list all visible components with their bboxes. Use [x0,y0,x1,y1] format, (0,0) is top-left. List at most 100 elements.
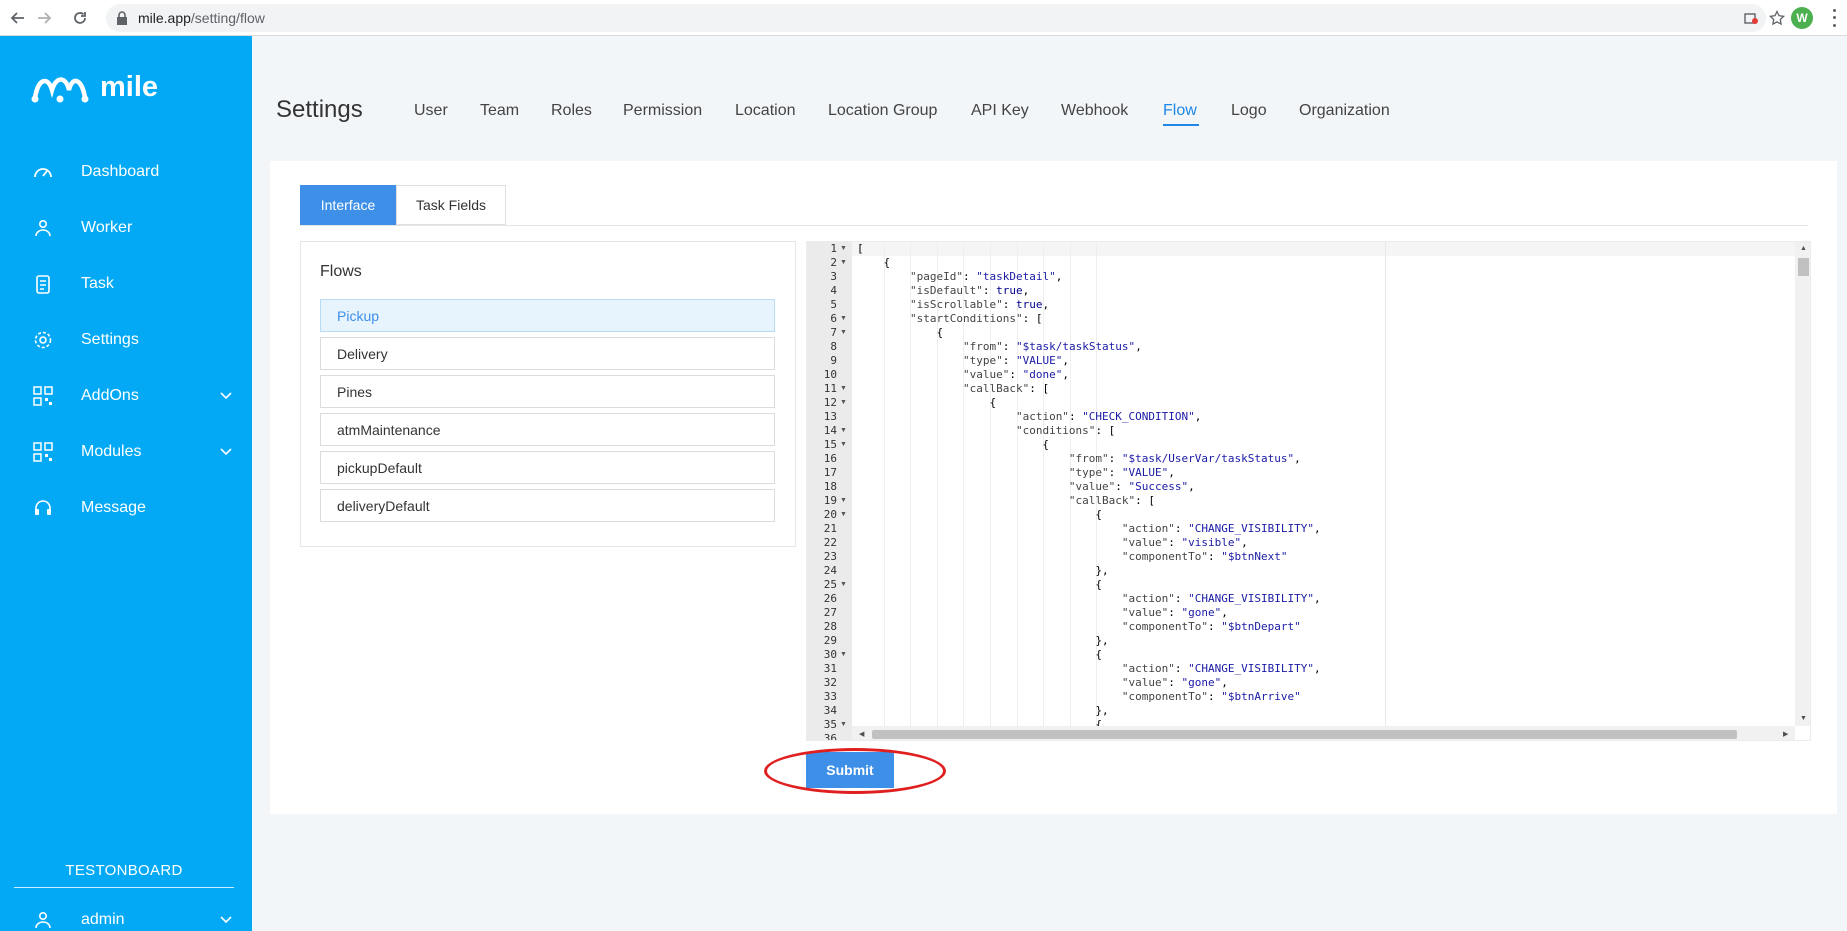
vertical-scroll-thumb[interactable] [1798,258,1809,276]
flow-item-deliverydefault[interactable]: deliveryDefault [320,489,775,522]
line-number: 11 [823,382,837,395]
tab-api-key[interactable]: API Key [971,102,1029,120]
json-code-editor[interactable]: 1 ▼ 2 ▼ 3 4 5 6 ▼ 7 ▼ 8 9 10 11 ▼ 12 ▼ 13 14 ▼ 15 ▼ 16 17 18 19 ▼ 20… [806,241,1811,741]
sidebar-item-worker[interactable]: Worker [0,208,252,248]
tab-location[interactable]: Location [735,102,796,120]
sidebar-item-message[interactable]: Message [0,488,252,528]
line-number: 35 [823,718,837,731]
line-number: 31 [823,662,837,675]
chevron-down-icon [220,911,232,929]
line-number: 26 [823,592,837,605]
tab-permission[interactable]: Permission [623,102,702,120]
line-number: 29 [823,634,837,647]
browser-menu-icon[interactable] [1829,7,1839,29]
tab-webhook[interactable]: Webhook [1061,102,1128,120]
code-line: { [857,508,1103,521]
speedometer-icon [31,160,55,184]
tab-team[interactable]: Team [480,102,519,120]
sidebar-item-modules[interactable]: Modules [0,432,252,472]
subtab-divider [300,225,1808,226]
tab-organization[interactable]: Organization [1299,102,1390,120]
brand-logo[interactable]: mile [30,70,158,104]
star-bookmark-icon[interactable] [1767,8,1787,28]
fold-arrow-icon[interactable]: ▼ [840,494,847,508]
address-bar[interactable]: mile.app/setting/flow [106,4,1766,32]
scroll-left-arrow-icon[interactable]: ◀ [859,730,864,738]
code-line: "value": "gone", [1121,676,1228,689]
back-arrow-icon[interactable] [8,8,28,28]
code-line: "value": "gone", [1121,606,1228,619]
subtab-interface[interactable]: Interface [300,185,396,225]
gear-icon [31,328,55,352]
sidebar-item-dashboard[interactable]: Dashboard [0,152,252,192]
sidebar-item-task[interactable]: Task [0,264,252,304]
sidebar-item-label: Settings [81,331,139,348]
user-icon [31,908,55,931]
fold-arrow-icon[interactable]: ▼ [840,242,847,256]
line-number: 15 [823,438,837,451]
scroll-right-arrow-icon[interactable]: ▶ [1783,730,1788,738]
fold-arrow-icon[interactable]: ▼ [840,256,847,270]
profile-avatar[interactable]: W [1791,7,1813,29]
tab-user[interactable]: User [414,102,448,120]
chevron-down-icon [220,443,232,461]
code-line: "isDefault": true, [909,284,1030,297]
line-number: 23 [823,550,837,563]
fold-arrow-icon[interactable]: ▼ [840,508,847,522]
user-menu[interactable]: admin [0,900,252,931]
line-number: 28 [823,620,837,633]
forward-arrow-icon[interactable] [34,8,54,28]
line-number: 3 [830,270,837,283]
fold-arrow-icon[interactable]: ▼ [840,424,847,438]
fold-arrow-icon[interactable]: ▼ [840,326,847,340]
fold-arrow-icon[interactable]: ▼ [840,718,847,732]
scroll-down-arrow-icon[interactable]: ▼ [1800,715,1807,722]
line-number: 12 [823,396,837,409]
sidebar-item-label: AddOns [81,387,139,404]
tab-logo[interactable]: Logo [1231,102,1267,120]
code-line: "action": "CHANGE_VISIBILITY", [1121,522,1321,535]
line-number: 17 [823,466,837,479]
qr-grid-icon [31,384,55,408]
sidebar-item-addons[interactable]: AddOns [0,376,252,416]
fold-arrow-icon[interactable]: ▼ [840,438,847,452]
horizontal-scroll-thumb[interactable] [872,730,1737,739]
line-number: 20 [823,508,837,521]
sidebar-item-label: Task [81,275,114,292]
flow-item-delivery[interactable]: Delivery [320,337,775,370]
flow-item-atmmaintenance[interactable]: atmMaintenance [320,413,775,446]
code-line: { [857,578,1103,591]
fold-arrow-icon[interactable]: ▼ [840,312,847,326]
code-line: "from": "$task/UserVar/taskStatus", [1068,452,1301,465]
tab-location-group[interactable]: Location Group [828,102,937,120]
code-line: "pageId": "taskDetail", [909,270,1063,283]
flow-item-pines[interactable]: Pines [320,375,775,408]
scroll-up-arrow-icon[interactable]: ▲ [1800,245,1807,252]
code-line: "conditions": [ [1015,424,1116,437]
line-number: 24 [823,564,837,577]
tab-flow[interactable]: Flow [1163,102,1197,120]
code-line: "isScrollable": true, [909,298,1050,311]
extension-icon[interactable] [1741,8,1761,28]
subtab-task-fields[interactable]: Task Fields [396,185,506,225]
vertical-scrollbar[interactable] [1795,242,1810,726]
code-line: "action": "CHANGE_VISIBILITY", [1121,662,1321,675]
active-tab-indicator [1163,124,1199,126]
brand-name: mile [100,70,159,103]
lock-icon [116,11,128,30]
sidebar-item-label: Worker [81,219,133,236]
flow-item-pickupdefault[interactable]: pickupDefault [320,451,775,484]
sidebar-item-label: Dashboard [81,163,160,180]
tab-roles[interactable]: Roles [551,102,592,120]
organization-name: TESTONBOARD [14,862,234,888]
line-number: 34 [823,704,837,717]
reload-icon[interactable] [70,8,90,28]
line-number: 19 [823,494,837,507]
fold-arrow-icon[interactable]: ▼ [840,382,847,396]
fold-arrow-icon[interactable]: ▼ [840,396,847,410]
flow-item-pickup[interactable]: Pickup [320,299,775,332]
sidebar-item-settings[interactable]: Settings [0,320,252,360]
fold-arrow-icon[interactable]: ▼ [840,648,847,662]
fold-arrow-icon[interactable]: ▼ [840,578,847,592]
code-line: "callBack": [ [1068,494,1156,507]
